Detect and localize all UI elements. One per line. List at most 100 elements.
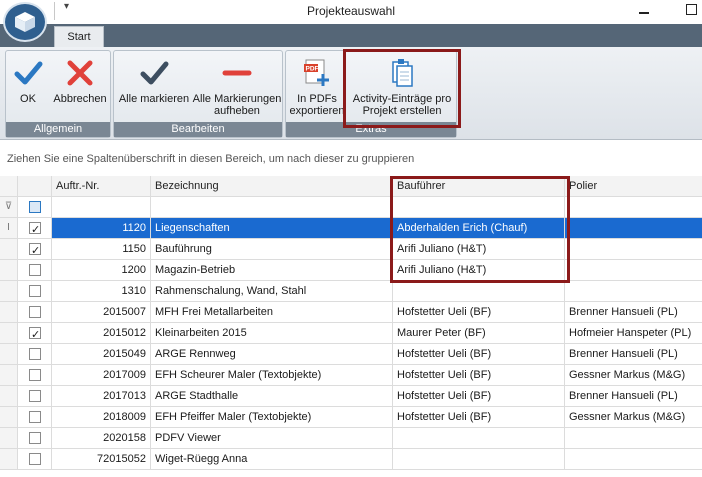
row-checkbox[interactable]	[29, 432, 41, 444]
cell-baufuehrer[interactable]: Arifi Juliano (H&T)	[393, 260, 565, 280]
create-activity-entries-button[interactable]: Activity-Einträge pro Projekt erstellen	[348, 51, 456, 117]
row-indicator[interactable]	[0, 344, 18, 364]
row-checkbox[interactable]	[29, 264, 41, 276]
row-indicator[interactable]	[0, 302, 18, 322]
cell-polier[interactable]	[565, 260, 702, 280]
cell-baufuehrer[interactable]: Hofstetter Ueli (BF)	[393, 302, 565, 322]
cell-polier[interactable]: Brenner Hansueli (PL)	[565, 302, 702, 322]
cell-baufuehrer[interactable]: Hofstetter Ueli (BF)	[393, 344, 565, 364]
cell-bezeichnung[interactable]: EFH Pfeiffer Maler (Textobjekte)	[151, 407, 393, 427]
row-indicator[interactable]	[0, 323, 18, 343]
cell-bezeichnung[interactable]: Rahmenschalung, Wand, Stahl	[151, 281, 393, 301]
filter-cell-polier[interactable]	[565, 197, 702, 217]
table-row[interactable]: 2015049 ARGE Rennweg Hofstetter Ueli (BF) B…	[0, 344, 702, 365]
cell-baufuehrer[interactable]	[393, 449, 565, 469]
table-row[interactable]: 2017013 ARGE Stadthalle Hofstetter Ueli (B…	[0, 386, 702, 407]
row-checkbox[interactable]	[29, 390, 41, 402]
row-indicator[interactable]	[0, 386, 18, 406]
cell-auftrag-nr[interactable]: 2018009	[52, 407, 151, 427]
maximize-button[interactable]	[686, 4, 697, 15]
table-row[interactable]: 1150BauführungArifi Juliano (H&T)	[0, 239, 702, 260]
table-row[interactable]: 72015052 Wiget-Rüegg Anna	[0, 449, 702, 470]
column-header-baufuehrer[interactable]: Bauführer	[393, 176, 565, 196]
cell-polier[interactable]: Gessner Markus (M&G)	[565, 407, 702, 427]
cell-bezeichnung[interactable]: Wiget-Rüegg Anna	[151, 449, 393, 469]
cell-polier[interactable]	[565, 428, 702, 448]
column-header-nr[interactable]: Auftr.-Nr.	[52, 176, 151, 196]
table-row[interactable]: 2015007 MFH Frei Metallarbeiten Hofstetter…	[0, 302, 702, 323]
cell-auftrag-nr[interactable]: 1150	[52, 239, 151, 259]
row-checkbox[interactable]	[29, 348, 41, 360]
row-checkbox[interactable]	[29, 285, 41, 297]
cell-baufuehrer[interactable]: Maurer Peter (BF)	[393, 323, 565, 343]
cell-bezeichnung[interactable]: ARGE Rennweg	[151, 344, 393, 364]
cell-baufuehrer[interactable]	[393, 281, 565, 301]
select-all-button[interactable]: Alle markieren	[116, 51, 192, 105]
cell-bezeichnung[interactable]: PDFV Viewer	[151, 428, 393, 448]
cell-bezeichnung[interactable]: Bauführung	[151, 239, 393, 259]
cell-polier[interactable]: Hofmeier Hanspeter (PL)	[565, 323, 702, 343]
cell-bezeichnung[interactable]: Magazin-Betrieb	[151, 260, 393, 280]
cell-auftrag-nr[interactable]: 2020158	[52, 428, 151, 448]
row-indicator[interactable]	[0, 428, 18, 448]
cell-polier[interactable]: Brenner Hansueli (PL)	[565, 344, 702, 364]
row-indicator[interactable]	[0, 449, 18, 469]
cell-auftrag-nr[interactable]: 2015012	[52, 323, 151, 343]
minimize-button[interactable]	[637, 3, 651, 15]
cell-polier[interactable]	[565, 281, 702, 301]
cell-auftrag-nr[interactable]: 1120	[52, 218, 151, 238]
row-indicator[interactable]: I	[0, 218, 18, 238]
tab-start[interactable]: Start	[54, 26, 104, 47]
row-checkbox[interactable]	[29, 369, 41, 381]
cell-bezeichnung[interactable]: MFH Frei Metallarbeiten	[151, 302, 393, 322]
cell-baufuehrer[interactable]	[393, 428, 565, 448]
row-indicator[interactable]	[0, 260, 18, 280]
cell-bezeichnung[interactable]: EFH Scheurer Maler (Textobjekte)	[151, 365, 393, 385]
filter-cell-bezeichnung[interactable]	[151, 197, 393, 217]
row-indicator[interactable]	[0, 239, 18, 259]
table-row[interactable]: 1200 Magazin-Betrieb Arifi Juliano (H&T)	[0, 260, 702, 281]
cell-polier[interactable]	[565, 239, 702, 259]
cell-bezeichnung[interactable]: ARGE Stadthalle	[151, 386, 393, 406]
table-row[interactable]: 2020158 PDFV Viewer	[0, 428, 702, 449]
filter-cell-baufuehrer[interactable]	[393, 197, 565, 217]
cell-polier[interactable]	[565, 449, 702, 469]
cell-baufuehrer[interactable]: Arifi Juliano (H&T)	[393, 239, 565, 259]
app-logo-icon[interactable]	[3, 2, 47, 42]
table-row[interactable]: 2018009 EFH Pfeiffer Maler (Textobjekte) H…	[0, 407, 702, 428]
row-checkbox[interactable]	[29, 306, 41, 318]
cell-bezeichnung[interactable]: Liegenschaften	[151, 218, 393, 238]
cell-polier[interactable]: Brenner Hansueli (PL)	[565, 386, 702, 406]
filter-checkbox-cell[interactable]	[18, 197, 52, 217]
table-row[interactable]: 2017009 EFH Scheurer Maler (Textobjekte) H…	[0, 365, 702, 386]
column-header-bezeichnung[interactable]: Bezeichnung	[151, 176, 393, 196]
row-indicator[interactable]	[0, 281, 18, 301]
table-row[interactable]: 1310 Rahmenschalung, Wand, Stahl	[0, 281, 702, 302]
filter-toggle-icon[interactable]	[29, 201, 41, 213]
cell-auftrag-nr[interactable]: 2015049	[52, 344, 151, 364]
row-indicator[interactable]	[0, 365, 18, 385]
column-header-polier[interactable]: Polier	[565, 176, 702, 196]
cell-auftrag-nr[interactable]: 72015052	[52, 449, 151, 469]
cell-baufuehrer[interactable]: Hofstetter Ueli (BF)	[393, 407, 565, 427]
cell-polier[interactable]: Gessner Markus (M&G)	[565, 365, 702, 385]
cell-baufuehrer[interactable]: Abderhalden Erich (Chauf)	[393, 218, 565, 238]
row-indicator[interactable]	[0, 407, 18, 427]
row-checkbox[interactable]	[29, 325, 41, 343]
cell-auftrag-nr[interactable]: 1200	[52, 260, 151, 280]
filter-cell-nr[interactable]	[52, 197, 151, 217]
row-checkbox[interactable]	[29, 220, 41, 238]
cell-bezeichnung[interactable]: Kleinarbeiten 2015	[151, 323, 393, 343]
cell-auftrag-nr[interactable]: 2017013	[52, 386, 151, 406]
cell-polier[interactable]	[565, 218, 702, 238]
cell-baufuehrer[interactable]: Hofstetter Ueli (BF)	[393, 365, 565, 385]
cell-auftrag-nr[interactable]: 1310	[52, 281, 151, 301]
row-checkbox[interactable]	[29, 241, 41, 259]
deselect-all-button[interactable]: Alle Markierungen aufheben	[192, 51, 282, 117]
cell-baufuehrer[interactable]: Hofstetter Ueli (BF)	[393, 386, 565, 406]
row-checkbox[interactable]	[29, 411, 41, 423]
table-row[interactable]: I 1120LiegenschaftenAbderhalden Erich (Ch…	[0, 218, 702, 239]
cell-auftrag-nr[interactable]: 2017009	[52, 365, 151, 385]
cancel-button[interactable]: Abbrechen	[50, 51, 110, 105]
export-pdf-button[interactable]: PDF In PDFs exportieren	[288, 51, 346, 117]
